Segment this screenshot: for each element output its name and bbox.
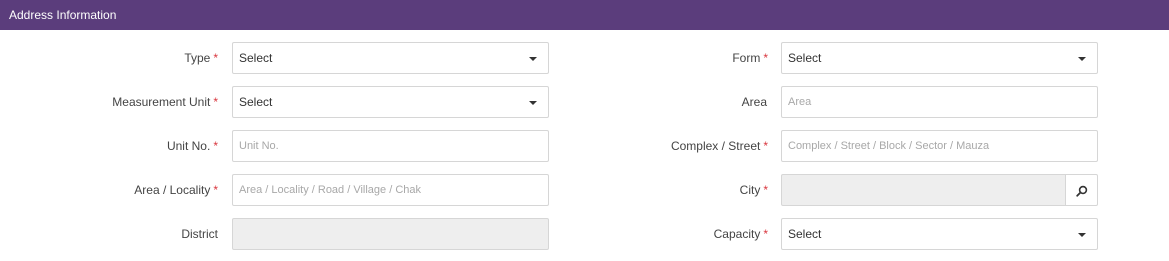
chevron-down-icon [529, 101, 537, 105]
area-locality-label: Area / Locality * [60, 182, 218, 198]
required-mark: * [213, 51, 218, 65]
district-label: District [60, 226, 218, 242]
area-locality-label-text: Area / Locality [134, 183, 211, 197]
measurement-unit-label: Measurement Unit * [60, 94, 218, 110]
panel-title: Address Information [9, 8, 117, 22]
form-select-value: Select [788, 51, 822, 65]
city-label: City * [600, 182, 768, 198]
unit-no-label: Unit No. * [60, 138, 218, 154]
district-label-text: District [181, 227, 218, 241]
required-mark: * [763, 51, 768, 65]
complex-street-input[interactable] [781, 130, 1098, 162]
panel-header: Address Information [0, 0, 1169, 30]
unit-no-label-text: Unit No. [166, 139, 211, 153]
city-search-button[interactable] [1066, 174, 1098, 206]
chevron-down-icon [1078, 57, 1086, 61]
required-mark: * [763, 139, 768, 153]
chevron-down-icon [1078, 233, 1086, 237]
city-label-text: City [739, 183, 761, 197]
required-mark: * [213, 183, 218, 197]
measurement-unit-select-value: Select [239, 95, 273, 109]
capacity-label-text: Capacity [713, 227, 761, 241]
form-select[interactable]: Select [781, 42, 1098, 74]
unit-no-input[interactable] [232, 130, 549, 162]
required-mark: * [763, 227, 768, 241]
type-select-value: Select [239, 51, 273, 65]
district-field [232, 218, 549, 250]
area-label-text: Area [741, 95, 767, 109]
measurement-unit-select[interactable]: Select [232, 86, 549, 118]
required-mark: * [213, 95, 218, 109]
chevron-down-icon [529, 57, 537, 61]
search-icon [1076, 185, 1088, 197]
type-label-text: Type [184, 51, 211, 65]
capacity-select-value: Select [788, 227, 822, 241]
type-select[interactable]: Select [232, 42, 549, 74]
area-locality-input[interactable] [232, 174, 549, 206]
complex-street-label-text: Complex / Street [670, 139, 761, 153]
capacity-select[interactable]: Select [781, 218, 1098, 250]
capacity-label: Capacity * [600, 226, 768, 242]
required-mark: * [213, 139, 218, 153]
required-mark: * [763, 183, 768, 197]
city-field [781, 174, 1066, 206]
area-input[interactable] [781, 86, 1098, 118]
measurement-unit-label-text: Measurement Unit [112, 95, 211, 109]
form-label: Form * [600, 50, 768, 66]
area-label: Area [600, 94, 767, 110]
form-label-text: Form [732, 51, 761, 65]
type-label: Type * [60, 50, 218, 66]
complex-street-label: Complex / Street * [600, 138, 768, 154]
